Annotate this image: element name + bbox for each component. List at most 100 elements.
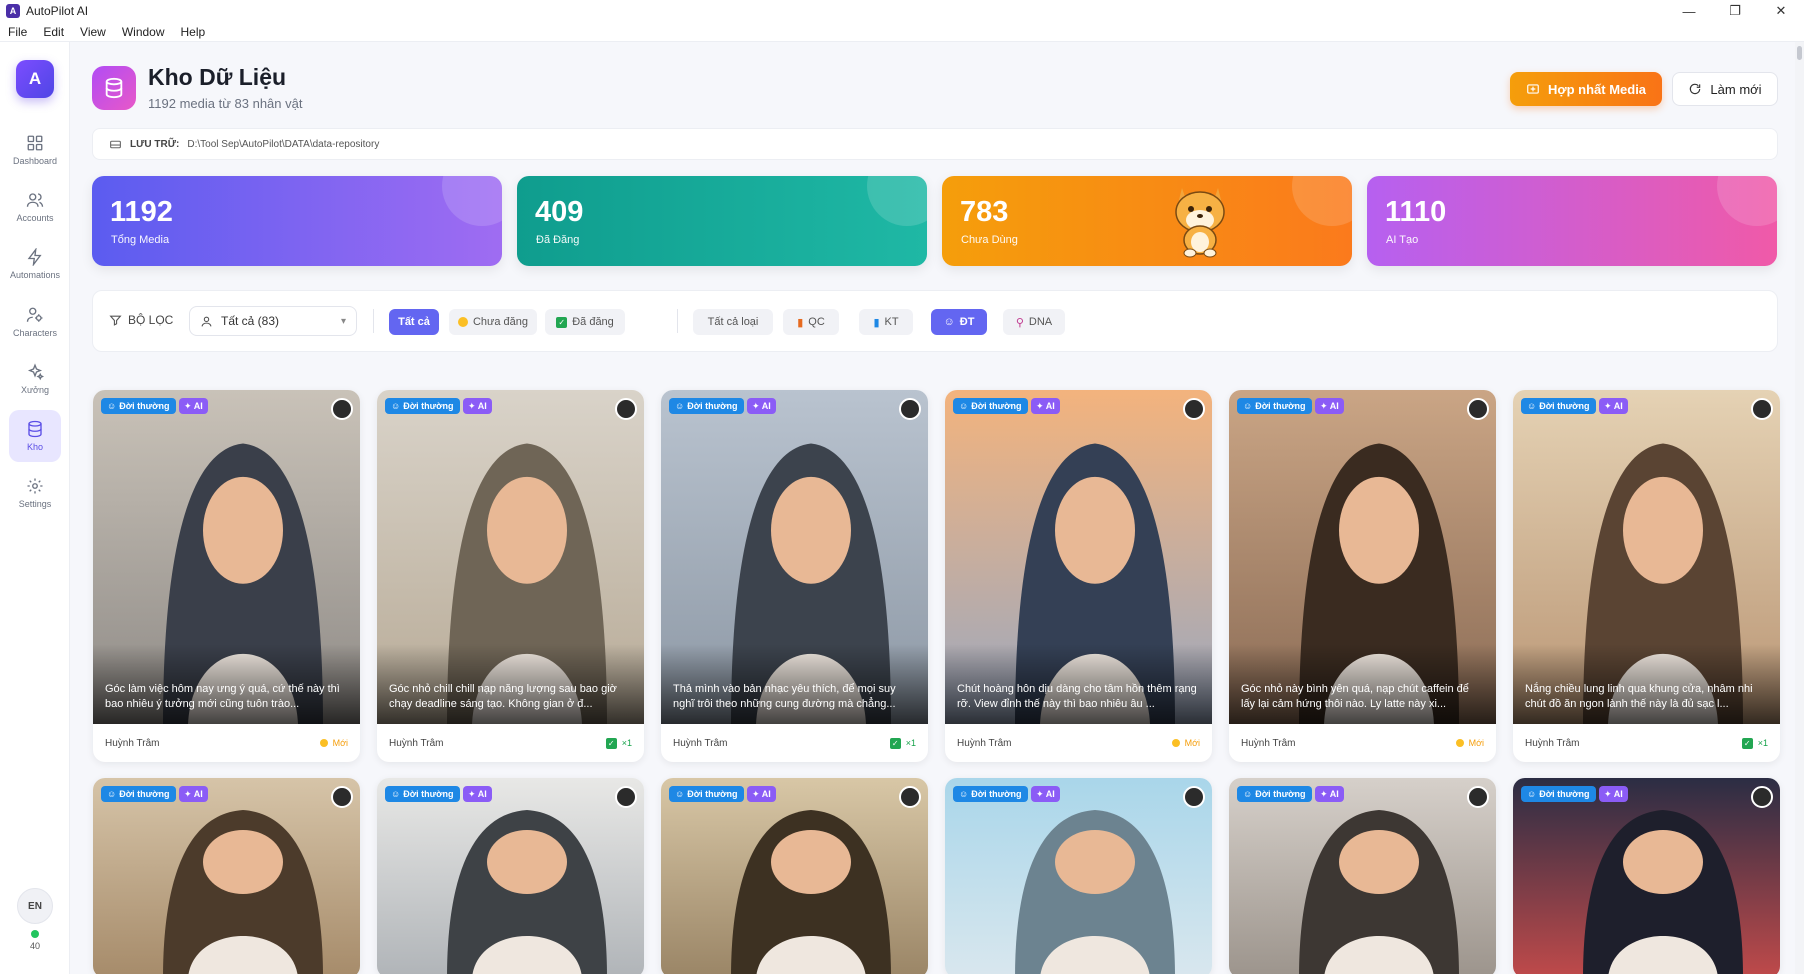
category-badge-label: Đời thường bbox=[1255, 401, 1306, 411]
ai-badge: ✦ AI bbox=[1315, 786, 1344, 802]
ai-badge: ✦ AI bbox=[179, 398, 208, 414]
sidebar-item-label: Characters bbox=[12, 328, 57, 338]
sidebar-item-accounts[interactable]: Accounts bbox=[9, 181, 61, 233]
avatar[interactable] bbox=[1467, 398, 1489, 420]
chip-label: DNA bbox=[1028, 316, 1053, 328]
media-card[interactable]: ☺ Đời thường ✦ AI bbox=[93, 778, 360, 974]
sidebar-item-settings[interactable]: Settings bbox=[9, 467, 61, 519]
category-badge: ☺ Đời thường bbox=[101, 398, 176, 414]
ai-badge: ✦ AI bbox=[1315, 398, 1344, 414]
status-badge: ✓ ×1 bbox=[1741, 737, 1768, 749]
avatar[interactable] bbox=[1467, 786, 1489, 808]
media-card[interactable]: ☺ Đời thường ✦ AI bbox=[945, 778, 1212, 974]
sidebar-item-label: Automations bbox=[9, 270, 61, 280]
character-select-value: Tất cả (83) bbox=[221, 314, 280, 328]
chip-type-all[interactable]: Tất cả loại bbox=[693, 309, 773, 335]
sidebar-item-xuong[interactable]: Xưởng bbox=[9, 353, 61, 405]
stat-caption: AI Tạo bbox=[1386, 234, 1419, 246]
menu-bar: File Edit View Window Help bbox=[0, 22, 1804, 42]
ai-badge: ✦ AI bbox=[747, 786, 776, 802]
ai-badge: ✦ AI bbox=[747, 398, 776, 414]
category-badge: ☺ Đời thường bbox=[101, 786, 176, 802]
users-icon bbox=[26, 193, 44, 207]
bolt-icon bbox=[27, 248, 42, 266]
sidebar-item-characters[interactable]: Characters bbox=[9, 296, 61, 348]
dna-icon: ⚲ bbox=[1015, 316, 1024, 329]
app-logo[interactable]: A bbox=[16, 60, 54, 98]
media-card[interactable]: ☺ Đời thường ✦ AI bbox=[377, 778, 644, 974]
app-icon: A bbox=[6, 4, 20, 18]
decorative-bubble bbox=[1292, 176, 1352, 226]
mascot-dog-icon bbox=[1175, 188, 1225, 258]
menu-help[interactable]: Help bbox=[173, 25, 214, 39]
avatar[interactable] bbox=[1183, 398, 1205, 420]
menu-file[interactable]: File bbox=[0, 25, 35, 39]
media-photo bbox=[945, 778, 1212, 974]
media-photo bbox=[1513, 778, 1780, 974]
chip-type-qc[interactable]: ▮ QC bbox=[783, 309, 839, 335]
category-badge-label: Đời thường bbox=[1539, 401, 1590, 411]
category-badge: ☺ Đời thường bbox=[1237, 398, 1312, 414]
scrollbar-thumb[interactable] bbox=[1797, 46, 1802, 60]
chip-type-kt[interactable]: ▮ KT bbox=[859, 309, 913, 335]
media-card[interactable]: ☺ Đời thường ✦ AI bbox=[1513, 778, 1780, 974]
minimize-button[interactable]: — bbox=[1666, 0, 1712, 22]
status-badge: ✓ ×1 bbox=[889, 737, 916, 749]
chip-status-all[interactable]: Tất cả bbox=[389, 309, 439, 335]
avatar[interactable] bbox=[1183, 786, 1205, 808]
sidebar-item-dashboard[interactable]: Dashboard bbox=[9, 124, 61, 176]
media-card[interactable]: ☺ Đời thường ✦ AI bbox=[1229, 778, 1496, 974]
avatar[interactable] bbox=[615, 398, 637, 420]
chip-type-dna[interactable]: ⚲ DNA bbox=[1003, 309, 1065, 335]
media-photo bbox=[377, 778, 644, 974]
sidebar-item-automations[interactable]: Automations bbox=[9, 238, 61, 290]
ai-badge: ✦ AI bbox=[1031, 398, 1060, 414]
chip-status-published[interactable]: ✓ Đã đăng bbox=[545, 309, 625, 335]
filter-bar: BỘ LỌC Tất cả (83) ▾ Tất cả Chưa đăng ✓ Đ… bbox=[92, 290, 1778, 352]
window-controls: — ❐ ✕ bbox=[1666, 0, 1804, 22]
avatar[interactable] bbox=[331, 786, 353, 808]
media-card[interactable]: ☺ Đời thường ✦ AI Thả mình vào bản nhạc y… bbox=[661, 390, 928, 762]
maximize-button[interactable]: ❐ bbox=[1712, 0, 1758, 22]
scrollbar[interactable] bbox=[1795, 42, 1804, 974]
database-icon bbox=[28, 420, 42, 438]
sidebar-item-label: Accounts bbox=[16, 213, 54, 223]
menu-window[interactable]: Window bbox=[114, 25, 173, 39]
menu-view[interactable]: View bbox=[72, 25, 114, 39]
stat-caption: Tổng Media bbox=[111, 234, 170, 246]
chip-status-unpublished[interactable]: Chưa đăng bbox=[449, 309, 537, 335]
avatar[interactable] bbox=[899, 786, 921, 808]
chip-label: QC bbox=[808, 316, 825, 328]
media-caption: Thả mình vào bản nhạc yêu thích, để mọi … bbox=[673, 683, 896, 710]
menu-edit[interactable]: Edit bbox=[35, 25, 72, 39]
media-card-footer: Huỳnh Trâm Mới bbox=[945, 724, 1212, 762]
sidebar-item-kho[interactable]: Kho bbox=[9, 410, 61, 462]
chip-label: Tất cả loại bbox=[707, 316, 759, 328]
refresh-button[interactable]: Làm mới bbox=[1672, 72, 1778, 106]
media-card[interactable]: ☺ Đời thường ✦ AI bbox=[661, 778, 928, 974]
avatar[interactable] bbox=[615, 786, 637, 808]
person-icon: ☺ bbox=[959, 789, 969, 799]
media-card[interactable]: ☺ Đời thường ✦ AI Góc nhỏ này bình yên qu… bbox=[1229, 390, 1496, 762]
avatar[interactable] bbox=[1751, 786, 1773, 808]
merge-media-button[interactable]: Hợp nhất Media bbox=[1510, 72, 1662, 106]
language-button[interactable]: EN bbox=[17, 888, 53, 924]
media-card[interactable]: ☺ Đời thường ✦ AI Nắng chiều lung linh qu… bbox=[1513, 390, 1780, 762]
chip-label: KT bbox=[884, 316, 899, 328]
person-icon: ☺ bbox=[675, 789, 685, 799]
category-badge: ☺ Đời thường bbox=[1521, 786, 1596, 802]
category-badge: ☺ Đời thường bbox=[669, 786, 744, 802]
media-card[interactable]: ☺ Đời thường ✦ AI Chút hoàng hôn dịu dàng… bbox=[945, 390, 1212, 762]
avatar[interactable] bbox=[899, 398, 921, 420]
stat-value: 1192 bbox=[110, 196, 173, 228]
media-card[interactable]: ☺ Đời thường ✦ AI Góc nhỏ chill chill nạp… bbox=[377, 390, 644, 762]
media-caption: Góc nhỏ này bình yên quá, nạp chút caffe… bbox=[1241, 683, 1469, 710]
person-icon: ☺ bbox=[675, 401, 685, 411]
character-select[interactable]: Tất cả (83) ▾ bbox=[189, 306, 357, 336]
chip-type-dt[interactable]: ☺ ĐT bbox=[931, 309, 987, 335]
drive-icon bbox=[110, 140, 121, 148]
media-card[interactable]: ☺ Đời thường ✦ AI Góc làm việc hôm nay ưn… bbox=[93, 390, 360, 762]
avatar[interactable] bbox=[1751, 398, 1773, 420]
avatar[interactable] bbox=[331, 398, 353, 420]
close-button[interactable]: ✕ bbox=[1758, 0, 1804, 22]
